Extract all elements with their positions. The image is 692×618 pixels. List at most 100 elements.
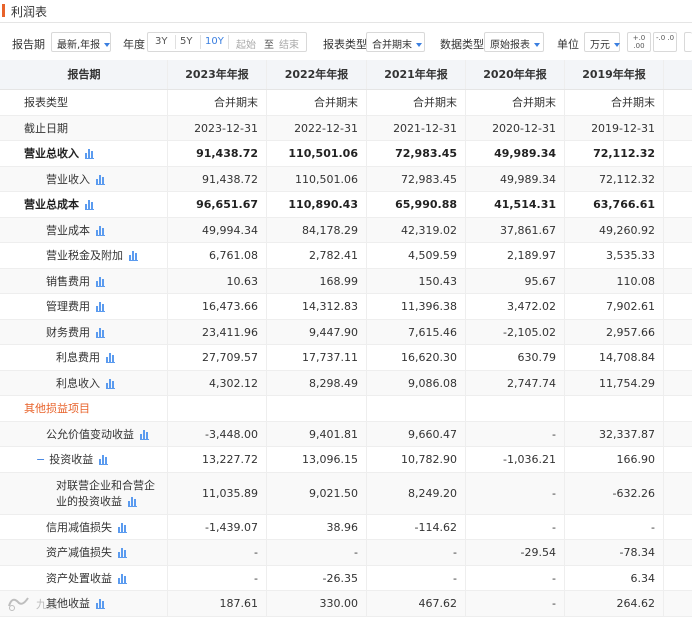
row-label: 营业税金及附加 bbox=[46, 243, 138, 269]
bar-chart-icon[interactable] bbox=[96, 599, 105, 609]
table-row-interest-expense: 利息费用 27,709.57 17,737.11 16,620.30 630.79 14,… bbox=[0, 345, 692, 371]
table-row-total-cost: 营业总成本 96,651.67 110,890.43 65,990.88 41,514.… bbox=[0, 192, 692, 218]
table-cell-value: -1,036.21 bbox=[466, 447, 565, 472]
row-label-text: 管理费用 bbox=[46, 300, 90, 313]
table-cell-value: 65,990.88 bbox=[367, 192, 466, 217]
table-cell-value: 95.67 bbox=[466, 269, 565, 293]
more-options-button[interactable] bbox=[684, 32, 692, 52]
table-cell-value: 168.99 bbox=[267, 269, 367, 293]
table-cell-value: - bbox=[168, 566, 267, 590]
table-cell-value: 9,401.81 bbox=[267, 422, 367, 446]
table-row-total-revenue: 营业总收入 91,438.72 110,501.06 72,983.45 49,989.… bbox=[0, 141, 692, 167]
row-label: 资产减值损失 bbox=[46, 540, 127, 566]
row-label-cell: 财务费用 bbox=[0, 320, 168, 344]
bar-chart-icon[interactable] bbox=[128, 497, 137, 507]
table-cell-value: 84,178.29 bbox=[267, 218, 367, 242]
bar-chart-icon[interactable] bbox=[96, 302, 105, 312]
statement-type-select[interactable]: 合并期末 bbox=[366, 32, 425, 52]
bar-chart-icon[interactable] bbox=[96, 277, 105, 287]
increase-decimal-button[interactable]: +.0 .00 bbox=[627, 32, 651, 52]
start-year-input[interactable]: 起始 bbox=[236, 36, 256, 51]
row-label-cell: 利息收入 bbox=[0, 371, 168, 395]
row-label: 对联营企业和合营企 业的投资收益 bbox=[56, 478, 155, 510]
range-option-5y[interactable]: 5Y bbox=[180, 36, 192, 47]
range-to-text: 至 bbox=[264, 40, 274, 51]
row-label-cell: 报表类型 bbox=[0, 90, 168, 115]
bar-chart-icon[interactable] bbox=[118, 574, 127, 584]
chevron-down-icon bbox=[534, 43, 540, 47]
table-cell-value: 8,298.49 bbox=[267, 371, 367, 395]
header-cell-spacer bbox=[664, 60, 692, 89]
table-row-revenue: 营业收入 91,438.72 110,501.06 72,983.45 49,989.3… bbox=[0, 167, 692, 192]
table-cell-value: 2020-12-31 bbox=[466, 116, 565, 140]
table-cell-value: 2,747.74 bbox=[466, 371, 565, 395]
bar-chart-icon[interactable] bbox=[96, 175, 105, 185]
table-cell-value: -78.34 bbox=[565, 540, 664, 565]
table-row-asset-disposal-gain: 资产处置收益 - -26.35- -6.34 bbox=[0, 566, 692, 591]
collapse-toggle-icon[interactable]: − bbox=[36, 453, 45, 466]
row-label-cell: 营业税金及附加 bbox=[0, 243, 168, 268]
bar-chart-icon[interactable] bbox=[96, 328, 105, 338]
table-cell-value: -1,439.07 bbox=[168, 515, 267, 539]
table-cell-spacer bbox=[664, 218, 692, 242]
table-cell-spacer bbox=[664, 371, 692, 395]
bar-chart-icon[interactable] bbox=[118, 548, 127, 558]
table-row-cutoff-date: 截止日期 2023-12-31 2022-12-31 2021-12-31 2020-1… bbox=[0, 116, 692, 141]
row-label-text: 营业总收入 bbox=[24, 147, 79, 160]
table-header-row: 报告期 2023年年报 2022年年报 2021年年报 2020年年报 2019… bbox=[0, 60, 692, 90]
data-type-label: 数据类型 bbox=[440, 38, 484, 51]
row-label: 信用减值损失 bbox=[46, 515, 127, 540]
table-cell-value: 7,902.61 bbox=[565, 294, 664, 319]
row-label-cell: 资产处置收益 bbox=[0, 566, 168, 590]
table-cell-value: 91,438.72 bbox=[168, 167, 267, 191]
filter-toolbar: 报告期 最新,年报 年度 3Y 5Y 10Y 起始 至 结束 报表类型 合并期末… bbox=[0, 31, 692, 55]
end-year-input[interactable]: 结束 bbox=[279, 36, 299, 51]
decrease-decimal-button[interactable]: -.0 .0 bbox=[653, 32, 677, 52]
table-cell-value: 49,989.34 bbox=[466, 141, 565, 166]
table-row-associate-investment-income: 对联营企业和合营企 业的投资收益 11,035.89 9,021.50 8,249.20… bbox=[0, 473, 692, 515]
bar-chart-icon[interactable] bbox=[99, 455, 109, 465]
table-cell-value: 96,651.67 bbox=[168, 192, 267, 217]
table-row-investment-income: − 投资收益 13,227.72 13,096.15 10,782.90 -1,036.2… bbox=[0, 447, 692, 473]
report-period-value: 最新,年报 bbox=[57, 40, 101, 51]
range-option-3y[interactable]: 3Y bbox=[155, 36, 167, 47]
header-cell-period: 报告期 bbox=[0, 60, 168, 89]
table-cell-value: - bbox=[367, 540, 466, 565]
data-type-select[interactable]: 原始报表 bbox=[484, 32, 544, 52]
table-cell-value: 91,438.72 bbox=[168, 141, 267, 166]
report-period-select[interactable]: 最新,年报 bbox=[51, 32, 111, 52]
table-row-interest-income: 利息收入 4,302.12 8,298.49 9,086.08 2,747.74 11,7… bbox=[0, 371, 692, 396]
row-label: 营业收入 bbox=[46, 167, 105, 192]
bar-chart-icon[interactable] bbox=[85, 200, 94, 210]
table-cell-spacer bbox=[664, 90, 692, 115]
table-cell-value: 9,447.90 bbox=[267, 320, 367, 344]
bar-chart-icon[interactable] bbox=[118, 523, 127, 533]
row-label-cell: 对联营企业和合营企 业的投资收益 bbox=[0, 473, 168, 514]
row-label-text: 财务费用 bbox=[46, 326, 90, 339]
row-label: 财务费用 bbox=[46, 320, 105, 345]
bar-chart-icon[interactable] bbox=[85, 149, 94, 159]
unit-select[interactable]: 万元 bbox=[584, 32, 620, 52]
table-cell-value: - bbox=[466, 422, 565, 446]
table-cell-value: 14,312.83 bbox=[267, 294, 367, 319]
bar-chart-icon[interactable] bbox=[96, 226, 105, 236]
table-cell-spacer bbox=[664, 294, 692, 319]
bar-chart-icon[interactable] bbox=[129, 251, 138, 261]
bar-chart-icon[interactable] bbox=[140, 430, 149, 440]
table-cell-value: 41,514.31 bbox=[466, 192, 565, 217]
table-cell-spacer bbox=[664, 396, 692, 421]
range-option-10y[interactable]: 10Y bbox=[205, 36, 224, 47]
row-label-text: 投资收益 bbox=[49, 453, 94, 466]
table-row-admin-expense: 管理费用 16,473.66 14,312.83 11,396.38 3,472.02 7… bbox=[0, 294, 692, 320]
table-cell-value: 72,983.45 bbox=[367, 167, 466, 191]
table-cell-value: 27,709.57 bbox=[168, 345, 267, 370]
title-divider bbox=[0, 22, 692, 23]
row-label: 管理费用 bbox=[46, 294, 105, 320]
table-cell-value: 9,086.08 bbox=[367, 371, 466, 395]
row-label: 营业成本 bbox=[46, 218, 105, 243]
header-cell-2021: 2021年年报 bbox=[367, 60, 466, 89]
section-header: 利润表 bbox=[0, 0, 692, 23]
row-label: 利息费用 bbox=[56, 345, 115, 371]
bar-chart-icon[interactable] bbox=[106, 353, 115, 363]
bar-chart-icon[interactable] bbox=[106, 379, 115, 389]
